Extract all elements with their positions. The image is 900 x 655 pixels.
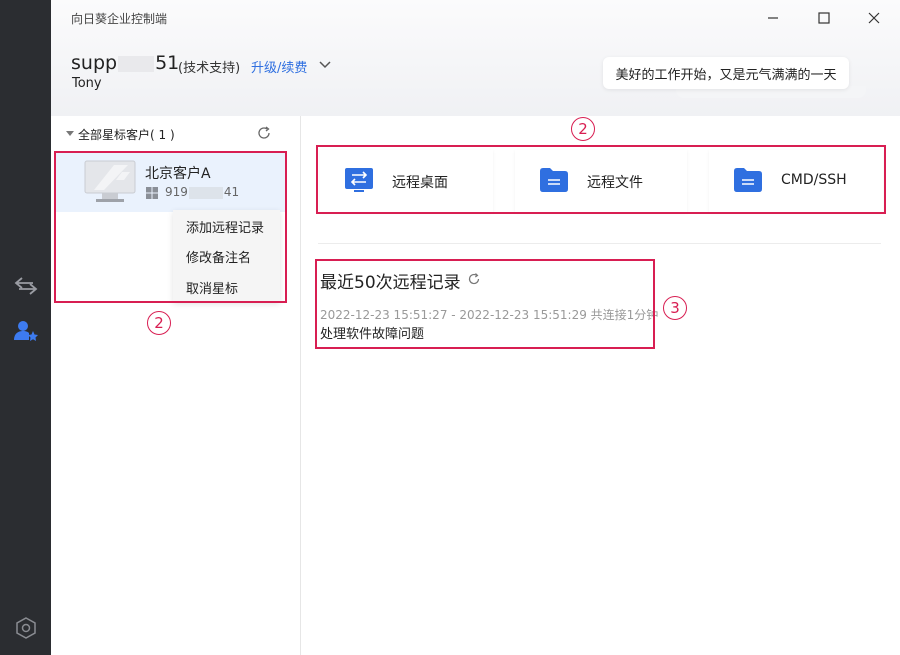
settings-hex-icon[interactable] [12, 614, 40, 642]
annotation-marker: 3 [663, 296, 687, 320]
user-role: (技术支持) [178, 61, 241, 76]
greeting-bubble: 美好的工作开始，又是元气满满的一天 [603, 57, 849, 89]
minimize-button[interactable] [759, 6, 787, 30]
annotation-box-recent [315, 259, 655, 349]
starred-clients-icon[interactable] [12, 317, 40, 345]
user-id-suffix: 51 [155, 52, 180, 74]
upgrade-link[interactable]: 升级/续费 [251, 57, 307, 76]
maximize-button[interactable] [810, 6, 838, 30]
masked-segment [118, 55, 155, 72]
maximize-icon [818, 12, 830, 24]
close-icon [868, 12, 880, 24]
annotation-box-actions [316, 145, 886, 214]
remote-switch-icon[interactable] [12, 272, 40, 300]
divider [318, 243, 881, 244]
close-button[interactable] [860, 6, 888, 30]
star-group-header[interactable]: 全部星标客户( 1 ) [78, 126, 175, 143]
user-id: supp 51 [71, 52, 179, 74]
app-title: 向日葵企业控制端 [71, 12, 168, 26]
annotation-box-client [54, 151, 287, 303]
annotation-marker: 2 [147, 311, 171, 335]
minimize-icon [768, 17, 778, 19]
caret-down-icon[interactable] [66, 131, 74, 136]
user-name: Tony [72, 76, 102, 91]
user-id-prefix: supp [71, 52, 118, 74]
side-rail [0, 0, 51, 655]
chevron-down-icon[interactable] [316, 55, 334, 73]
annotation-marker: 2 [571, 117, 595, 141]
refresh-icon[interactable] [256, 125, 272, 141]
